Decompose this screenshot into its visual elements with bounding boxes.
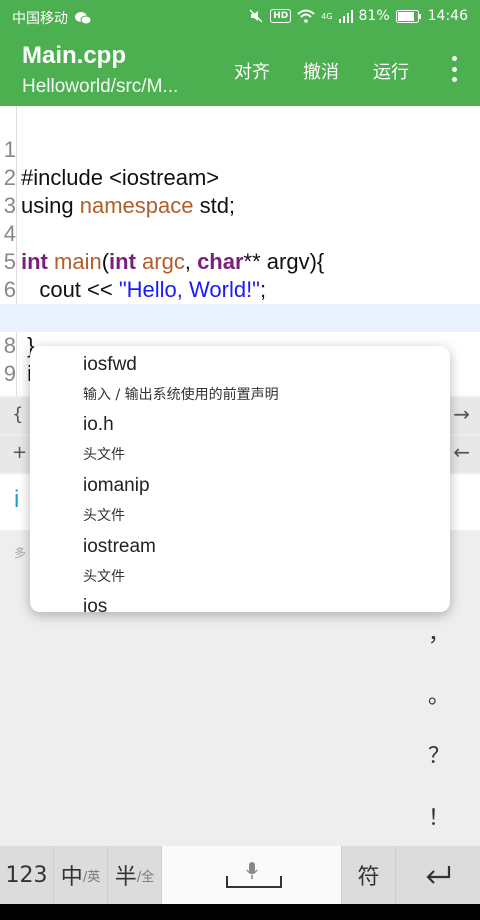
space-key[interactable]	[162, 846, 342, 904]
arrow-right-key[interactable]: →	[453, 402, 470, 426]
symbol-key-label: 符	[357, 865, 380, 890]
suggestion-name: ios	[83, 596, 108, 612]
toggle-sub: /全	[136, 869, 155, 885]
navigation-bar	[0, 904, 480, 920]
file-title: Main.cpp	[22, 42, 127, 69]
code-line[interactable]: 4 int main(int argc, char** argv){	[0, 192, 480, 274]
suggestion-name: iosfwd	[83, 354, 137, 375]
line-number: 9	[3, 361, 16, 386]
file-path: Helloworld/src/M...	[22, 76, 179, 97]
toggle-sub: /英	[82, 869, 101, 885]
toggle-label: 半	[114, 865, 137, 890]
enter-icon	[423, 864, 453, 886]
suggestion-description: 头文件	[83, 508, 125, 524]
code-line[interactable]: 2 using namespace std;	[0, 136, 480, 218]
code-line[interactable]: 7 }	[0, 276, 480, 358]
code-line[interactable]: 3	[0, 164, 480, 218]
plus-key[interactable]: +	[12, 442, 27, 463]
app-bar: Main.cpp Helloworld/src/M... 对齐 撤消 运行	[0, 34, 480, 106]
toggle-label: 中	[60, 865, 83, 890]
hd-badge: HD	[270, 9, 292, 23]
run-button[interactable]: 运行	[373, 58, 409, 84]
wifi-icon	[297, 9, 315, 23]
autocomplete-popup: iosfwd 输入 / 输出系统使用的前置声明 io.h 头文件 iomanip…	[30, 346, 450, 612]
suggestion-item[interactable]: iostream 头文件	[83, 536, 423, 586]
code-line[interactable]: 5 cout << "Hello, World!";	[0, 220, 480, 302]
suggestion-item[interactable]: iomanip 头文件	[83, 475, 423, 525]
keyboard-hint: 多	[14, 546, 27, 560]
suggestion-name: iomanip	[83, 475, 150, 496]
mute-icon	[248, 8, 264, 24]
symbol-key[interactable]: 符	[342, 846, 396, 904]
suggestion-description: 头文件	[83, 447, 125, 463]
brace-key[interactable]: {	[12, 404, 23, 425]
comma-key[interactable]: ，	[428, 616, 450, 648]
suggestion-description: 头文件	[83, 569, 125, 585]
battery-percent: 81%	[358, 8, 390, 24]
period-key[interactable]: 。	[428, 678, 450, 710]
undo-button[interactable]: 撤消	[303, 58, 339, 84]
suggestion-name: iostream	[83, 536, 156, 557]
network-type: 4G	[321, 11, 333, 21]
overflow-menu-icon[interactable]	[450, 56, 458, 82]
question-key[interactable]: ？	[428, 738, 450, 770]
candidate-item[interactable]: i	[14, 486, 19, 514]
carrier-name: 中国移动	[12, 11, 68, 27]
suggestion-name: io.h	[83, 414, 114, 435]
status-bar: 中国移动 HD 4G 81% 14:46	[0, 0, 480, 34]
numeric-key-label: 123	[5, 862, 48, 888]
half-full-toggle[interactable]: 半/全	[108, 846, 162, 904]
suggestion-item[interactable]: iosfwd 输入 / 输出系统使用的前置声明	[83, 354, 423, 404]
suggestion-description: 输入 / 输出系统使用的前置声明	[83, 387, 279, 403]
arrow-left-key[interactable]: ←	[453, 440, 470, 464]
battery-icon	[395, 9, 422, 23]
code-line[interactable]: 6 return 0;	[0, 248, 480, 330]
signal-icon	[338, 9, 353, 23]
numeric-key[interactable]: 123	[0, 846, 54, 904]
suggestion-item[interactable]: io.h 头文件	[83, 414, 423, 464]
wechat-icon	[74, 11, 92, 25]
keyboard-bottom-row: 123 中/英 半/全 符	[0, 846, 480, 904]
space-bar-icon	[226, 876, 282, 888]
exclamation-key[interactable]: ！	[428, 800, 450, 832]
suggestion-item[interactable]: ios	[83, 596, 423, 612]
align-button[interactable]: 对齐	[234, 58, 270, 84]
chinese-english-toggle[interactable]: 中/英	[54, 846, 108, 904]
clock: 14:46	[427, 8, 468, 24]
enter-key[interactable]	[396, 846, 480, 904]
current-code-line[interactable]: 8 i	[0, 304, 480, 388]
code-line[interactable]: 1 #include <iostream>	[0, 108, 480, 190]
